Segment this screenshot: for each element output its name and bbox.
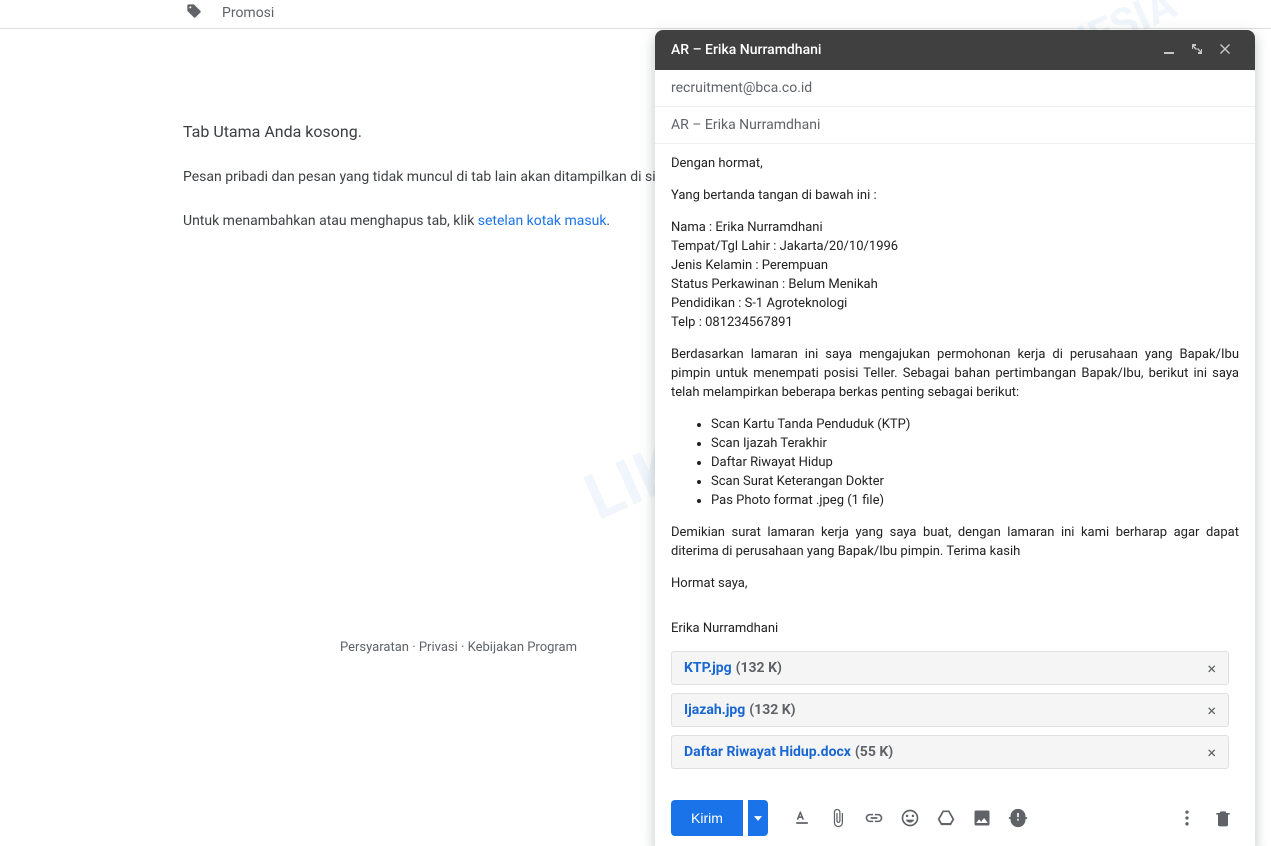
remove-attachment-icon[interactable]: × (1207, 659, 1216, 678)
remove-attachment-icon[interactable]: × (1207, 701, 1216, 720)
attachment-size: (132 K) (749, 701, 1207, 720)
empty-line1: Pesan pribadi dan pesan yang tidak muncu… (183, 169, 663, 185)
attachment-size: (55 K) (855, 743, 1208, 762)
compose-title: AR – Erika Nurramdhani (671, 42, 1155, 58)
tab-promosi[interactable]: Promosi (186, 3, 274, 23)
inbox-settings-link[interactable]: setelan kotak masuk (478, 213, 607, 229)
empty-inbox-message: Tab Utama Anda kosong. Pesan pribadi dan… (183, 122, 663, 257)
attachment-chip[interactable]: KTP.jpg (132 K) × (671, 651, 1229, 685)
signature-name: Erika Nurramdhani (671, 619, 1239, 638)
drive-icon[interactable] (930, 802, 962, 834)
confidential-icon[interactable] (1002, 802, 1034, 834)
compose-toolbar: Kirim (655, 790, 1255, 846)
send-more-button[interactable] (748, 800, 768, 836)
footer-links: Persyaratan · Privasi · Kebijakan Progra… (340, 640, 577, 655)
tag-icon (186, 3, 202, 23)
attachment-size: (132 K) (736, 659, 1208, 678)
footer-program[interactable]: Kebijakan Program (468, 640, 577, 655)
compose-body-scroll[interactable]: Dengan hormat, Yang bertanda tangan di b… (655, 144, 1255, 790)
discard-draft-icon[interactable] (1207, 802, 1239, 834)
footer-privacy[interactable]: Privasi (419, 640, 458, 655)
to-field[interactable]: recruitment@bca.co.id (655, 70, 1255, 107)
compose-header[interactable]: AR – Erika Nurramdhani (655, 30, 1255, 70)
compose-window: AR – Erika Nurramdhani recruitment@bca.c… (655, 30, 1255, 846)
insert-photo-icon[interactable] (966, 802, 998, 834)
compose-body[interactable]: Dengan hormat, Yang bertanda tangan di b… (671, 144, 1249, 769)
subject-field[interactable]: AR – Erika Nurramdhani (655, 107, 1255, 144)
more-options-icon[interactable] (1171, 802, 1203, 834)
formatting-icon[interactable] (786, 802, 818, 834)
fullscreen-icon[interactable] (1183, 42, 1211, 58)
close-icon[interactable] (1211, 42, 1239, 58)
attachment-chips: KTP.jpg (132 K) × Ijazah.jpg (132 K) × D… (671, 651, 1239, 769)
attachments-list-text: Scan Kartu Tanda Penduduk (KTP) Scan Ija… (671, 415, 1239, 510)
attach-icon[interactable] (822, 802, 854, 834)
attachment-name: KTP.jpg (684, 659, 732, 678)
attachment-chip[interactable]: Ijazah.jpg (132 K) × (671, 693, 1229, 727)
footer-terms[interactable]: Persyaratan (340, 640, 409, 655)
empty-line2: Untuk menambahkan atau menghapus tab, kl… (183, 213, 663, 229)
top-divider (0, 28, 1271, 29)
tab-label: Promosi (222, 5, 274, 21)
empty-heading: Tab Utama Anda kosong. (183, 122, 663, 141)
emoji-icon[interactable] (894, 802, 926, 834)
remove-attachment-icon[interactable]: × (1207, 743, 1216, 762)
attachment-name: Ijazah.jpg (684, 701, 745, 720)
attachment-chip[interactable]: Daftar Riwayat Hidup.docx (55 K) × (671, 735, 1229, 769)
link-icon[interactable] (858, 802, 890, 834)
send-button[interactable]: Kirim (671, 800, 743, 836)
minimize-icon[interactable] (1155, 42, 1183, 58)
attachment-name: Daftar Riwayat Hidup.docx (684, 743, 851, 762)
